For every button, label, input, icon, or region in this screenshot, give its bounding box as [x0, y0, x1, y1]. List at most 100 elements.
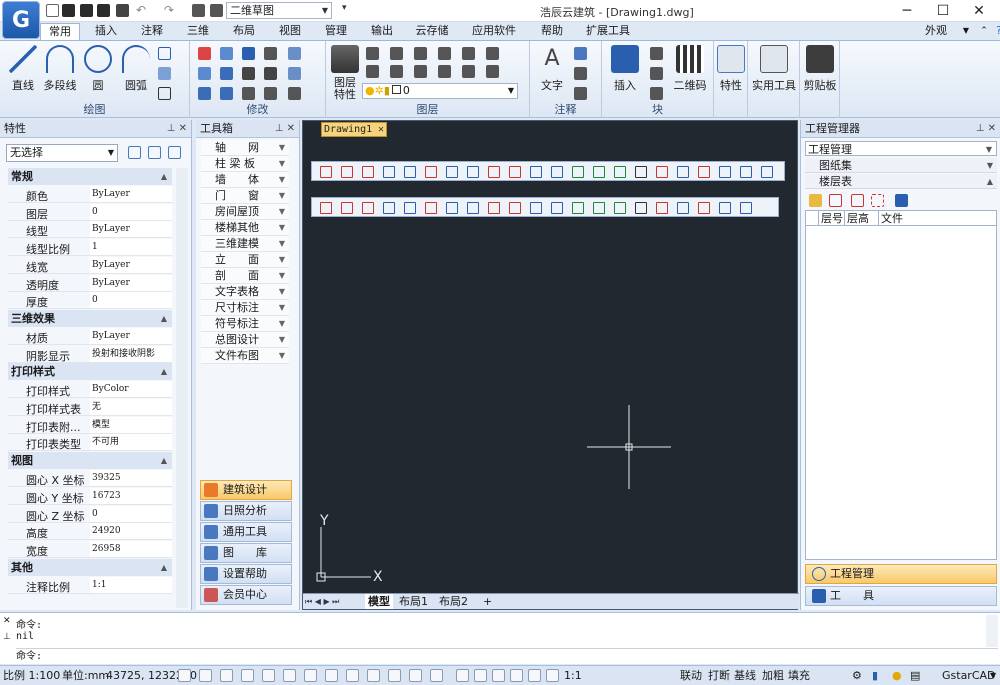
status-toggle-icon[interactable] — [474, 669, 487, 682]
tool-icon[interactable] — [677, 166, 689, 178]
undo-icon[interactable]: ↶ — [136, 4, 149, 17]
tool-icon[interactable] — [635, 202, 647, 214]
ribbon-minimize-icon[interactable]: ⌃ — [978, 23, 990, 40]
tool-icon[interactable] — [488, 166, 500, 178]
extend-icon[interactable] — [264, 87, 277, 100]
clipboard-tool[interactable]: 剪贴板 — [802, 45, 838, 93]
rectangle-icon[interactable] — [158, 47, 171, 60]
print-icon[interactable] — [116, 4, 129, 17]
toolbox-item[interactable]: 墙 体 ▼ — [201, 172, 289, 188]
property-value[interactable]: 1 — [90, 239, 172, 256]
property-section-header[interactable]: 打印样式 ▲ — [8, 363, 172, 381]
rotate-icon[interactable] — [220, 87, 233, 100]
lock-icon[interactable]: ▮ — [872, 666, 878, 685]
layer-tool-12-icon[interactable] — [486, 65, 499, 78]
tool-icon[interactable] — [740, 202, 752, 214]
stretch-icon[interactable] — [242, 67, 255, 80]
qat-more-icon[interactable]: ▾ — [342, 3, 347, 13]
new-file-icon[interactable] — [46, 4, 59, 17]
project-mgmt-button[interactable]: 工程管理 — [805, 564, 997, 584]
toolbox-item[interactable]: 总图设计 ▼ — [201, 332, 289, 348]
tool-icon[interactable] — [425, 166, 437, 178]
tool-icon[interactable] — [467, 166, 479, 178]
tool-icon[interactable] — [740, 166, 752, 178]
toolbox-item[interactable]: 房间屋顶 ▼ — [201, 204, 289, 220]
toolbox-item[interactable]: 轴 网 ▼ — [201, 140, 289, 156]
tab-extensions[interactable]: 扩展工具 — [580, 23, 636, 40]
sheet-set-row[interactable]: 图纸集 ▼ — [805, 158, 997, 173]
status-toggle-icon[interactable] — [409, 669, 422, 682]
property-value[interactable]: 0 — [90, 203, 172, 220]
panel-pin-close-icon[interactable]: ⊥ ✕ — [976, 120, 996, 137]
layer-tool-6-icon[interactable] — [486, 47, 499, 60]
status-toggle-icon[interactable] — [510, 669, 523, 682]
ws-icon[interactable] — [210, 4, 223, 17]
toolbox-item[interactable]: 符号标注 ▼ — [201, 316, 289, 332]
tool-icon[interactable] — [635, 166, 647, 178]
layer-tool-1-icon[interactable] — [366, 47, 379, 60]
properties-tool[interactable]: 特性 — [717, 45, 745, 93]
toolbox-item[interactable]: 楼梯其他 ▼ — [201, 220, 289, 236]
block-attr-icon[interactable] — [650, 87, 663, 100]
layer-tool-11-icon[interactable] — [462, 65, 475, 78]
property-value[interactable]: 1:1 — [90, 576, 172, 593]
property-value[interactable]: 0 — [90, 505, 172, 522]
scale-status[interactable]: 比例 1:100 — [3, 666, 60, 685]
toolbox-category-button[interactable]: 图 库 — [200, 543, 292, 563]
property-value[interactable]: 不可用 — [90, 434, 172, 451]
open-folder-icon[interactable] — [62, 4, 75, 17]
status-toggle-icon[interactable] — [528, 669, 541, 682]
toggle-link[interactable]: 联动 — [680, 666, 702, 685]
property-value[interactable]: 投射和接收阴影 — [90, 345, 172, 362]
settings-icon[interactable]: ⚙ — [852, 666, 862, 685]
status-menu-icon[interactable]: ▼ — [990, 666, 996, 685]
fillet-icon[interactable] — [264, 47, 277, 60]
floor-table-row[interactable]: 楼层表 ▲ — [805, 174, 997, 189]
pin-icon[interactable]: ⊥ — [3, 632, 11, 642]
toggle-break[interactable]: 打断 — [708, 666, 730, 685]
project-dropdown[interactable]: 工程管理 ▼ — [805, 141, 997, 156]
tool-icon[interactable] — [362, 202, 374, 214]
hatch-icon[interactable] — [158, 67, 171, 80]
dimension-icon[interactable] — [574, 67, 587, 80]
tool-icon[interactable] — [656, 166, 668, 178]
tool-icon[interactable] — [446, 202, 458, 214]
status-toggle-icon[interactable] — [388, 669, 401, 682]
tool-icon[interactable] — [467, 202, 479, 214]
tool-icon[interactable] — [383, 166, 395, 178]
tool-icon[interactable] — [719, 166, 731, 178]
collapse-icon[interactable]: ▲ — [161, 363, 167, 380]
collapse-icon[interactable]: ▲ — [161, 168, 167, 185]
property-value[interactable]: 无 — [90, 399, 172, 415]
tool-icon[interactable] — [341, 166, 353, 178]
save-as-icon[interactable] — [97, 4, 110, 17]
toolbox-item[interactable]: 文件布图 ▼ — [201, 348, 289, 364]
copy-icon[interactable] — [220, 47, 233, 60]
property-section-header[interactable]: 其他 ▲ — [8, 558, 172, 576]
status-toggle-icon[interactable] — [220, 669, 233, 682]
status-toggle-icon[interactable] — [546, 669, 559, 682]
array-icon[interactable] — [242, 87, 255, 100]
tab-3d[interactable]: 三维 — [180, 23, 216, 40]
notification-icon[interactable]: ▤ — [910, 666, 920, 685]
status-toggle-icon[interactable] — [199, 669, 212, 682]
osnap-scale[interactable]: 1:1 — [564, 666, 582, 685]
toolbox-category-button[interactable]: 会员中心 — [200, 585, 292, 605]
delete-floor-icon[interactable] — [871, 194, 884, 207]
offset-icon[interactable] — [198, 67, 211, 80]
toolbox-item[interactable]: 剖 面 ▼ — [201, 268, 289, 284]
layer-combo[interactable]: ●✲▮ 0 ▼ — [362, 83, 518, 99]
tab-annotate[interactable]: 注释 — [134, 23, 170, 40]
pickadd-icon[interactable] — [168, 146, 181, 159]
property-value[interactable]: ByLayer — [90, 256, 172, 273]
collapse-icon[interactable]: ▲ — [161, 452, 167, 469]
floor-list-icon[interactable] — [829, 194, 842, 207]
tool-icon[interactable] — [488, 202, 500, 214]
help-icon[interactable]: ? — [992, 23, 1000, 40]
toolbox-category-button[interactable]: 通用工具 — [200, 522, 292, 542]
tab-layout2[interactable]: 布局2 — [439, 594, 468, 609]
layer-tool-8-icon[interactable] — [390, 65, 403, 78]
explode-icon[interactable] — [288, 47, 301, 60]
toggle-fill[interactable]: 填充 — [788, 666, 810, 685]
tool-icon[interactable] — [593, 202, 605, 214]
